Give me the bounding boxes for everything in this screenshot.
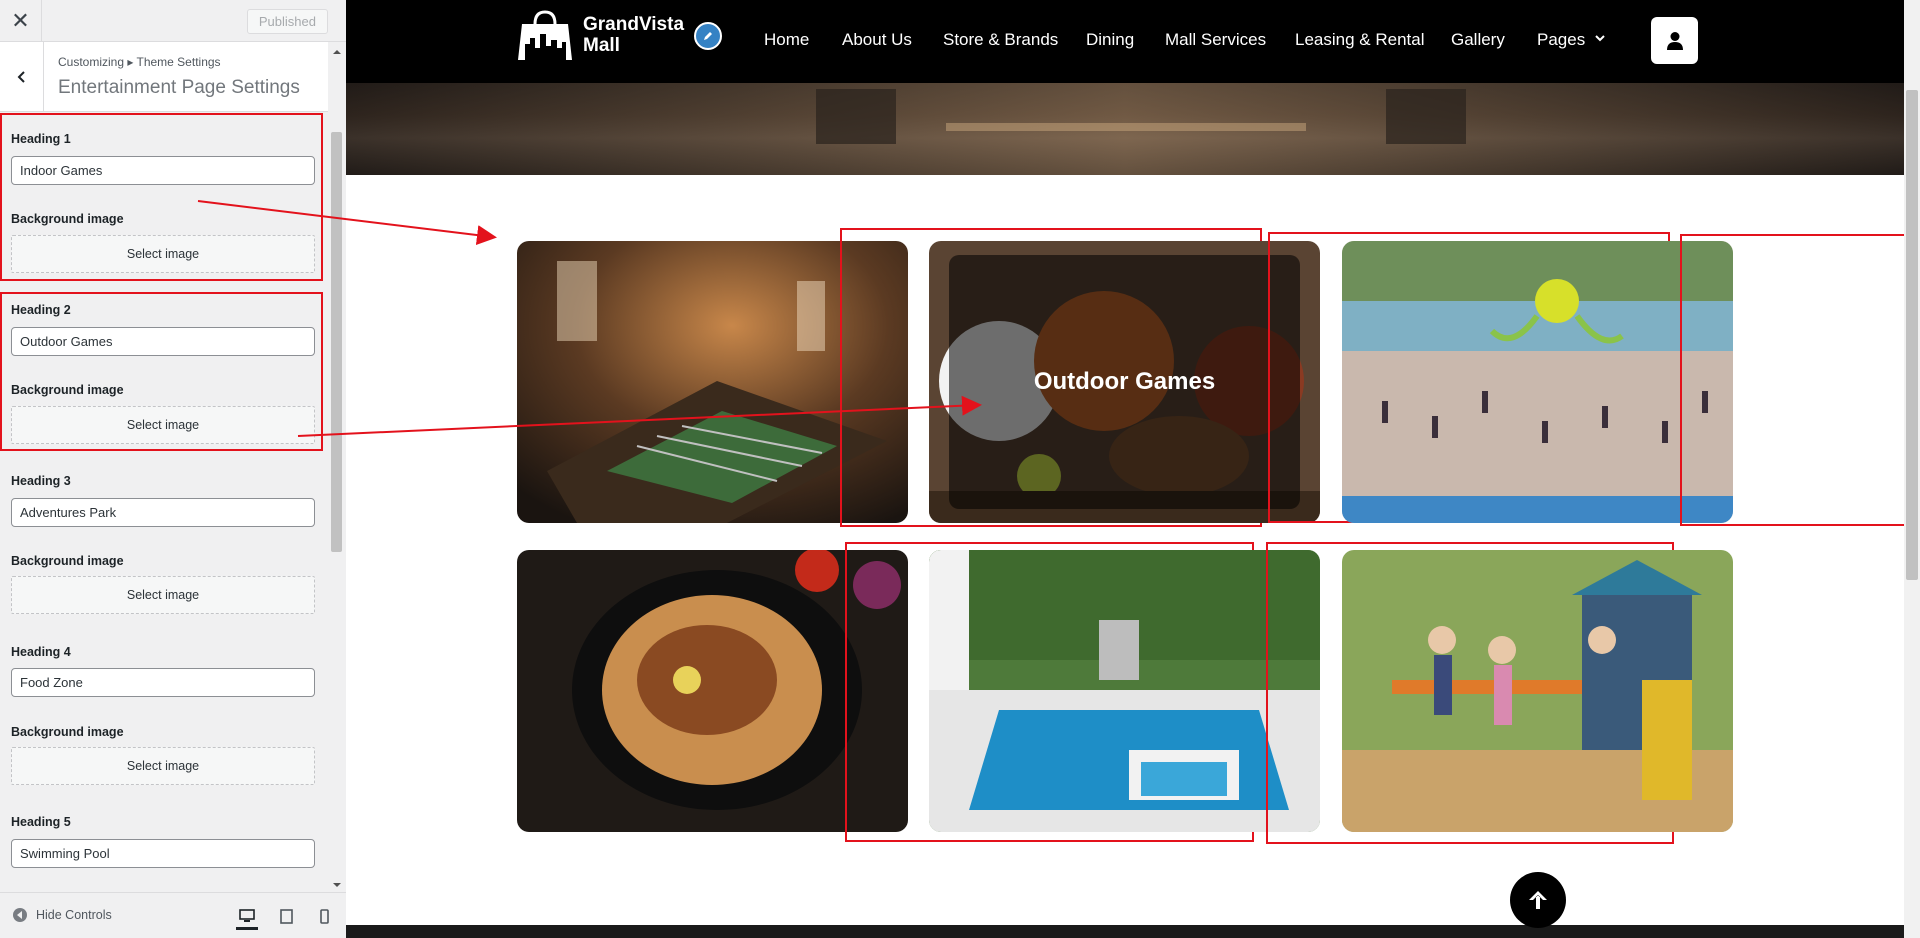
- close-customizer-button[interactable]: ✕: [0, 0, 42, 42]
- publish-button[interactable]: Published: [246, 9, 328, 34]
- swimming-pool-image: [929, 550, 1320, 832]
- settings-controls: Heading 1 Background image Select image …: [0, 112, 328, 892]
- heading-4-input[interactable]: [11, 668, 315, 697]
- brand-line-2: Mall: [583, 35, 620, 56]
- heading-4-select-image-button[interactable]: Select image: [11, 747, 315, 785]
- site-preview: GrandVista Mall Home About Us Store & Br…: [346, 0, 1920, 938]
- user-icon: [1666, 31, 1683, 50]
- nav-store-brands[interactable]: Store & Brands: [943, 30, 1058, 50]
- hide-controls-button[interactable]: Hide Controls: [12, 907, 112, 923]
- gallery-tile-outdoor-games[interactable]: Outdoor Games: [929, 241, 1320, 523]
- desktop-icon: [239, 909, 255, 922]
- heading-3-select-image-button[interactable]: Select image: [11, 576, 315, 614]
- heading-5-input[interactable]: [11, 839, 315, 868]
- section-header: Customizing ▸ Theme Settings Entertainme…: [0, 42, 328, 112]
- heading-3-bg-label: Background image: [11, 554, 124, 568]
- tablet-icon: [279, 908, 293, 924]
- tile-heading-outdoor-games: Outdoor Games: [1033, 368, 1216, 395]
- brand-name[interactable]: GrandVista Mall: [583, 14, 684, 56]
- mobile-icon: [319, 908, 329, 924]
- preview-desktop-button[interactable]: [236, 905, 258, 930]
- back-to-top-button[interactable]: [1510, 872, 1566, 928]
- breadcrumb: Customizing ▸ Theme Settings: [58, 55, 221, 69]
- edit-shortcut-button[interactable]: [694, 22, 722, 50]
- customizer-footer: Hide Controls: [0, 892, 346, 938]
- annotation-box-tile-3: [1680, 234, 1920, 526]
- heading-3-input[interactable]: [11, 498, 315, 527]
- scroll-down-icon: [333, 883, 341, 887]
- heading-3-label: Heading 3: [11, 474, 71, 488]
- gallery-tile-kids-play[interactable]: [1342, 550, 1733, 832]
- nav-about-us[interactable]: About Us: [842, 30, 912, 50]
- pencil-icon: [704, 32, 712, 40]
- gallery-tile-adventures-park[interactable]: [1342, 241, 1733, 523]
- heading-4-bg-label: Background image: [11, 725, 124, 739]
- close-icon: ✕: [11, 8, 30, 33]
- customizer-panel: ✕ Published Customizing ▸ Theme Settings…: [0, 0, 346, 938]
- scroll-up-icon: [333, 50, 341, 54]
- nav-dining[interactable]: Dining: [1086, 30, 1134, 50]
- water-park-image: [1342, 241, 1733, 523]
- footer-strip: [346, 925, 1904, 938]
- arrow-up-icon: [1529, 891, 1547, 909]
- user-account-button[interactable]: [1651, 17, 1698, 64]
- heading-5-label: Heading 5: [11, 815, 71, 829]
- customizer-topbar: ✕ Published: [0, 0, 346, 42]
- site-navbar: GrandVista Mall Home About Us Store & Br…: [346, 0, 1904, 83]
- shopping-bag-logo-icon[interactable]: [516, 10, 574, 62]
- gallery-tile-swimming-pool[interactable]: [929, 550, 1320, 832]
- preview-mobile-button[interactable]: [313, 905, 335, 927]
- kids-playground-image: [1342, 550, 1733, 832]
- nav-gallery[interactable]: Gallery: [1451, 30, 1505, 50]
- preview-scroll-thumb[interactable]: [1906, 90, 1918, 580]
- annotation-box-heading-2: [0, 292, 323, 451]
- nav-home[interactable]: Home: [764, 30, 809, 50]
- collapse-icon: [13, 908, 27, 922]
- section-title: Entertainment Page Settings: [58, 77, 300, 98]
- hero-banner-image: [346, 83, 1904, 175]
- annotation-box-heading-1: [0, 113, 323, 281]
- heading-4-label: Heading 4: [11, 645, 71, 659]
- hide-controls-label: Hide Controls: [36, 908, 112, 922]
- brand-line-1: GrandVista: [583, 14, 685, 35]
- preview-tablet-button[interactable]: [275, 905, 297, 927]
- tile-hover-overlay: Outdoor Games: [949, 255, 1300, 509]
- nav-mall-services[interactable]: Mall Services: [1165, 30, 1266, 50]
- back-button[interactable]: [0, 42, 44, 112]
- customizer-scroll-thumb[interactable]: [331, 132, 342, 552]
- nav-pages[interactable]: Pages: [1537, 30, 1585, 50]
- chevron-left-icon: [17, 71, 25, 83]
- chevron-down-icon[interactable]: [1594, 33, 1606, 43]
- mall-interior-decoration: [346, 83, 1904, 175]
- nav-leasing-rental[interactable]: Leasing & Rental: [1295, 30, 1424, 50]
